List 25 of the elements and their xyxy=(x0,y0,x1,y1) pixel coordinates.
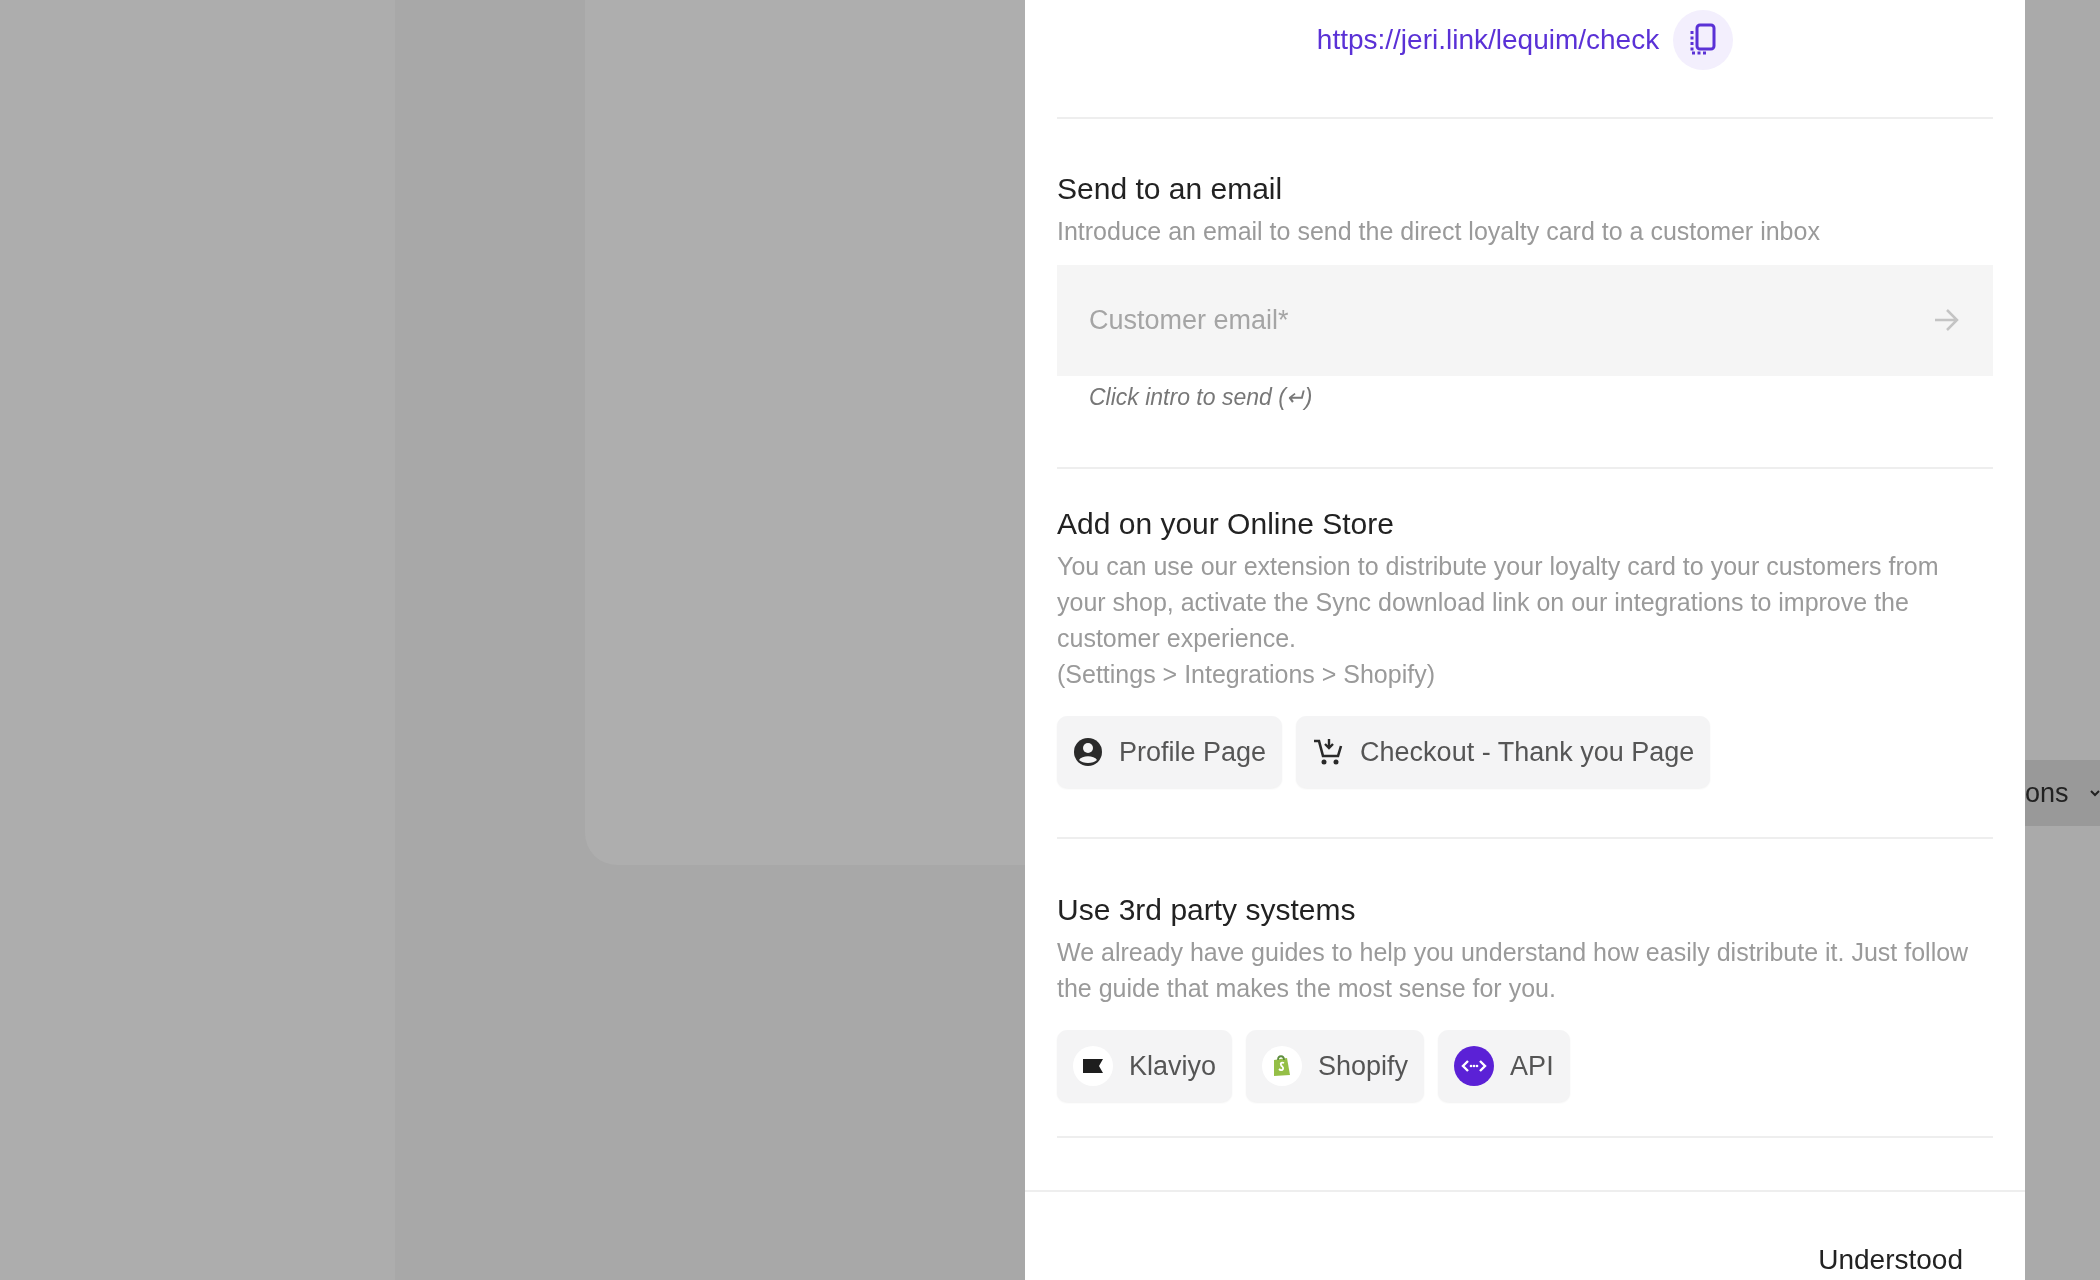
profile-page-button[interactable]: Profile Page xyxy=(1057,716,1283,788)
share-link[interactable]: https://jeri.link/lequim/check xyxy=(1316,10,1660,70)
user-circle-icon xyxy=(1073,737,1103,767)
send-hint: Click intro to send (↵) xyxy=(1088,383,1314,412)
section-description: You can use our extension to distribute your loyalty card to your customers from your shop, activate the Sync download link on our integrations to improve the customer experience. xyxy=(1057,551,1940,654)
section-title: Add on your Online Store xyxy=(1057,506,1395,542)
flag-icon xyxy=(1073,1046,1113,1086)
section-description: We already have guides to help you understand how easily distribute it. Just follow the guide that makes the most sense for you. xyxy=(1057,937,1970,1004)
section-title: Use 3rd party systems xyxy=(1057,892,1357,928)
chevron-down-icon xyxy=(2090,788,2100,798)
api-button[interactable]: API xyxy=(1438,1030,1570,1102)
cart-icon xyxy=(1312,737,1345,767)
settings-path: (Settings > Integrations > Shopify) xyxy=(1057,659,1436,690)
shopify-button[interactable]: Shopify xyxy=(1246,1030,1425,1102)
email-field[interactable]: Customer email* xyxy=(1057,265,1993,376)
section-description: Introduce an email to send the direct loyalty card to a customer inbox xyxy=(1057,216,1821,247)
copy-icon xyxy=(1688,23,1719,57)
understood-button[interactable]: Understood xyxy=(1818,1244,1963,1280)
section-title: Send to an email xyxy=(1057,171,1284,207)
shopping-bag-icon xyxy=(1262,1046,1303,1086)
checkout-button[interactable]: Checkout - Thank you Page xyxy=(1296,716,1711,788)
klaviyo-button[interactable]: Klaviyo xyxy=(1057,1030,1233,1102)
arrow-right-icon xyxy=(1933,307,1961,333)
tab-label[interactable]: ons xyxy=(2025,777,2069,809)
code-icon xyxy=(1454,1046,1495,1086)
